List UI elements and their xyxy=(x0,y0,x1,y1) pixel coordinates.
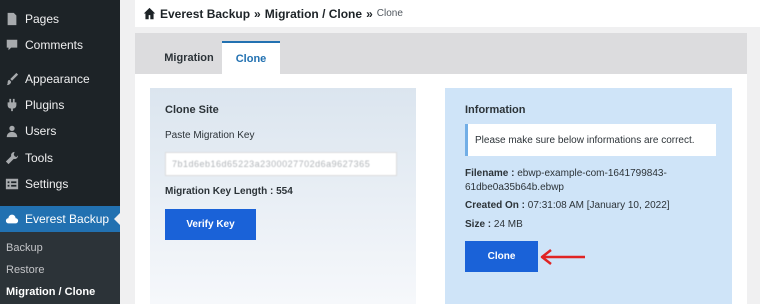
sidebar-item-users[interactable]: Users xyxy=(0,118,120,144)
tab-bar: Migration Clone xyxy=(135,33,747,74)
filename-label: Filename : xyxy=(465,168,515,179)
size-value: 24 MB xyxy=(493,219,523,230)
sidebar-item-pages[interactable]: Pages xyxy=(0,6,120,32)
breadcrumb-separator: » xyxy=(366,6,373,21)
clone-site-title: Clone Site xyxy=(165,104,219,116)
size-row: Size : 24 MB xyxy=(465,219,523,230)
users-icon xyxy=(5,124,19,138)
breadcrumb: Everest Backup » Migration / Clone » Clo… xyxy=(135,0,760,27)
sidebar-item-label: Pages xyxy=(25,12,60,26)
sidebar-item-label: Plugins xyxy=(25,98,65,112)
clone-button[interactable]: Clone xyxy=(465,241,538,272)
migration-key-input[interactable]: 7b1d6eb16d65223a2300027702d6a9627365 xyxy=(165,152,397,176)
filename-value: ebwp-example-com-1641799843- xyxy=(517,168,667,179)
sidebar-item-everest-backup[interactable]: Everest Backup xyxy=(0,206,120,232)
migration-clone-panel: Migration Clone Clone Site Paste Migrati… xyxy=(135,33,747,304)
tab-migration[interactable]: Migration xyxy=(149,41,229,74)
info-notice: Please make sure below informations are … xyxy=(465,124,716,156)
size-label: Size : xyxy=(465,219,492,230)
home-icon[interactable] xyxy=(143,7,156,20)
tools-icon xyxy=(5,151,19,165)
migration-key-length: Migration Key Length : 554 xyxy=(165,186,293,197)
red-arrow-icon xyxy=(537,247,587,267)
sidebar-item-label: Comments xyxy=(25,38,84,52)
clone-site-card: Clone Site Paste Migration Key 7b1d6eb16… xyxy=(150,88,416,304)
sidebar-item-label: Tools xyxy=(25,151,54,165)
sidebar-item-label: Settings xyxy=(25,177,69,191)
sidebar-item-label: Everest Backup xyxy=(25,212,110,226)
plugins-icon xyxy=(5,98,19,112)
sidebar-item-appearance[interactable]: Appearance xyxy=(0,66,120,92)
sidebar-item-label: Users xyxy=(25,124,57,138)
tab-content: Clone Site Paste Migration Key 7b1d6eb16… xyxy=(135,74,747,304)
breadcrumb-section[interactable]: Migration / Clone xyxy=(265,7,362,21)
breadcrumb-plugin[interactable]: Everest Backup xyxy=(160,7,250,21)
admin-sidebar: Pages Comments Appearance Plugins Users … xyxy=(0,0,120,304)
verify-key-button[interactable]: Verify Key xyxy=(165,209,256,240)
settings-icon xyxy=(5,177,19,191)
migration-key-label: Paste Migration Key xyxy=(165,130,255,141)
sidebar-item-label: Appearance xyxy=(25,72,90,86)
comments-icon xyxy=(5,38,19,52)
created-value: 07:31:08 AM [January 10, 2022] xyxy=(527,200,670,211)
filename-value-cont: 61dbe0a35b64b.ebwp xyxy=(465,182,564,193)
everest-backup-submenu: Backup Restore Migration / Clone xyxy=(0,232,120,304)
created-row: Created On : 07:31:08 AM [January 10, 20… xyxy=(465,200,670,211)
sidebar-item-settings[interactable]: Settings xyxy=(0,171,120,197)
breadcrumb-current: Clone xyxy=(376,8,403,19)
pages-icon xyxy=(5,12,19,26)
breadcrumb-separator: » xyxy=(254,6,261,21)
submenu-item-restore[interactable]: Restore xyxy=(6,264,45,276)
tab-clone[interactable]: Clone xyxy=(222,41,280,74)
sidebar-item-comments[interactable]: Comments xyxy=(0,32,120,58)
sidebar-item-plugins[interactable]: Plugins xyxy=(0,92,120,118)
information-title: Information xyxy=(465,104,526,116)
created-label: Created On : xyxy=(465,200,526,211)
active-indicator xyxy=(114,213,120,225)
filename-row: Filename : ebwp-example-com-1641799843- xyxy=(465,168,667,179)
cloud-backup-icon xyxy=(5,212,19,226)
submenu-item-migration-clone[interactable]: Migration / Clone xyxy=(6,286,95,298)
sidebar-item-tools[interactable]: Tools xyxy=(0,145,120,171)
information-card: Information Please make sure below infor… xyxy=(445,88,732,304)
appearance-icon xyxy=(5,72,19,86)
submenu-item-backup[interactable]: Backup xyxy=(6,242,43,254)
